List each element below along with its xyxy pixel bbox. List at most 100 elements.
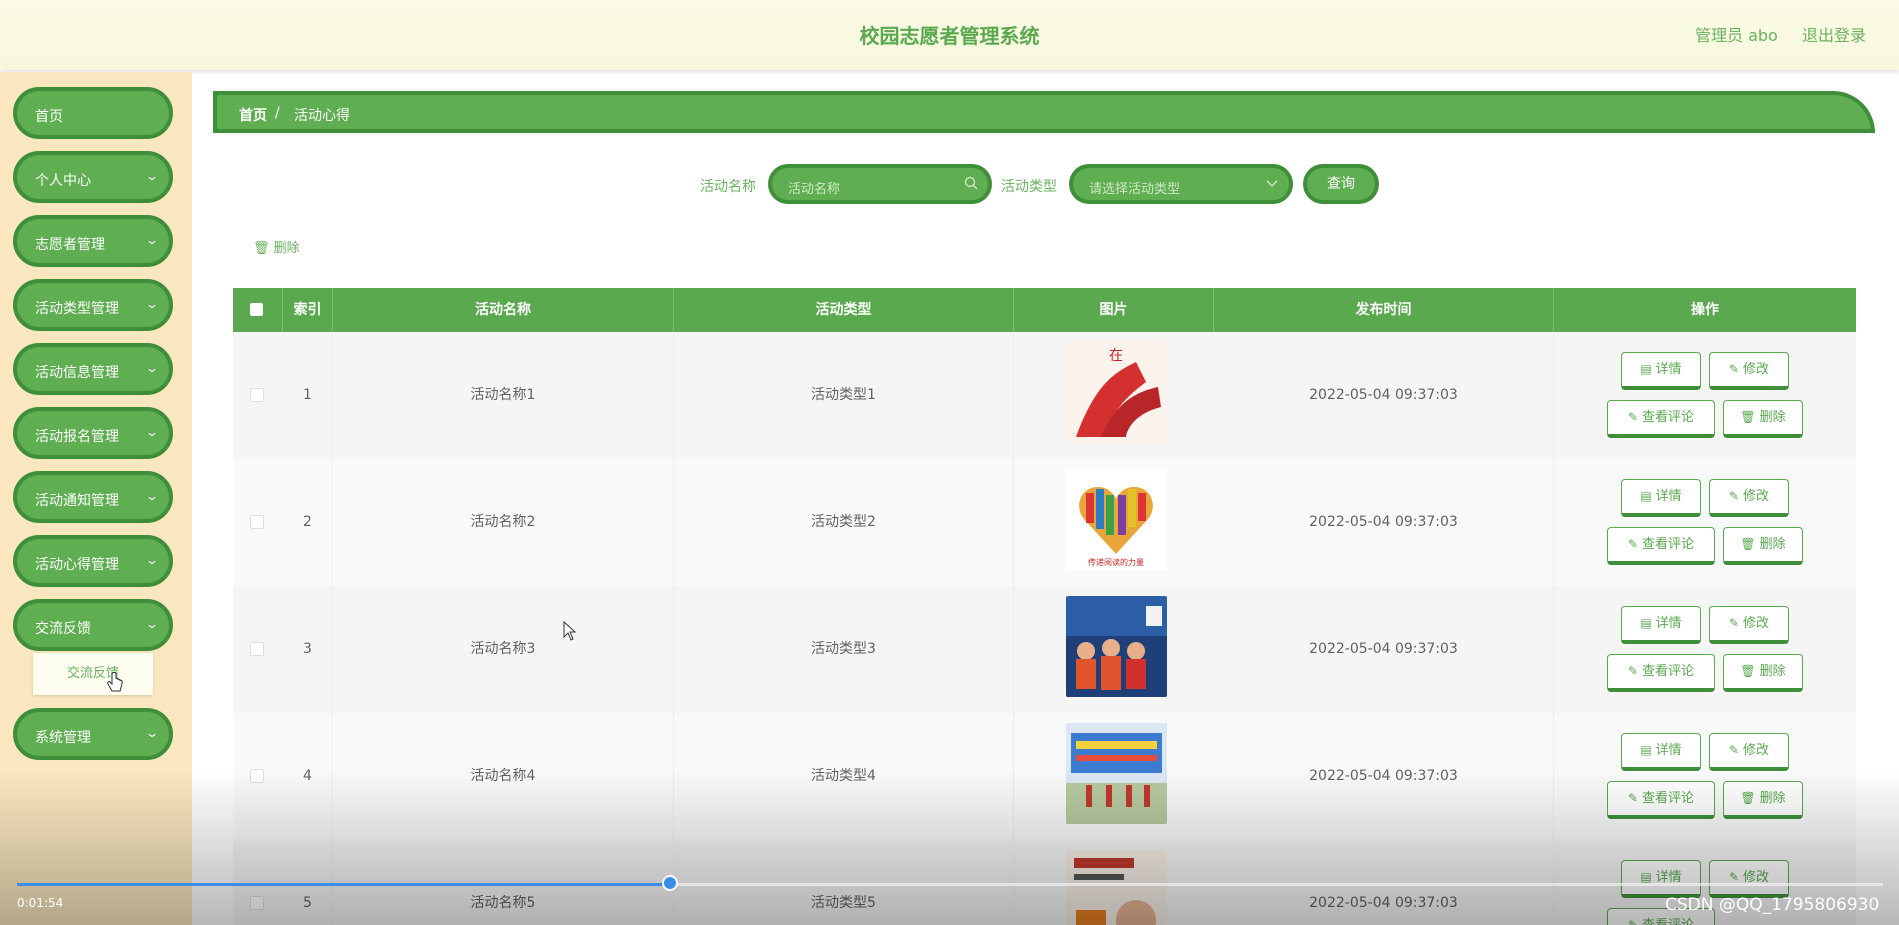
row-publish-time: 2022-05-04 09:37:03: [1214, 332, 1554, 459]
table-header: 索引 活动名称 活动类型 图片 发布时间 操作: [233, 288, 1856, 332]
chevron-down-icon: ⌄: [144, 361, 160, 375]
sidebar-item-volunteers[interactable]: 志愿者管理 ⌄: [13, 215, 173, 267]
table-row: 2 活动名称2 活动类型2 2022-05-04 09:37:03 传递阅读的力…: [233, 459, 1856, 587]
bulk-delete-button[interactable]: 🗑 删除: [253, 237, 300, 256]
sidebar-item-notices[interactable]: 活动通知管理 ⌄: [13, 471, 173, 523]
column-header-time: 发布时间: [1214, 288, 1554, 332]
view-comments-label: 查看评论: [1642, 918, 1694, 925]
select-all-cell: [233, 288, 283, 332]
table-row: 1 活动名称1 活动类型1 2022-05-04 09:37:03 在 ▤ 详情 …: [233, 332, 1856, 460]
sidebar-item-feedback[interactable]: 交流反馈 ⌄: [13, 599, 173, 651]
submenu-item-feedback[interactable]: 交流反馈: [33, 653, 153, 695]
delete-button[interactable]: 🗑 删除: [1723, 781, 1803, 819]
edit-icon: ✎: [1728, 362, 1740, 376]
edit-icon: ✎: [1627, 410, 1639, 424]
edit-button[interactable]: ✎ 修改: [1709, 733, 1789, 771]
view-comments-label: 查看评论: [1642, 410, 1695, 425]
chevron-down-icon: [1265, 176, 1279, 194]
activity-thumbnail[interactable]: [1066, 850, 1167, 925]
sidebar-item-label: 个人中心: [35, 173, 91, 189]
breadcrumb-home[interactable]: 首页: [239, 105, 267, 125]
activity-name-placeholder: 活动名称: [788, 182, 841, 197]
row-checkbox[interactable]: [250, 515, 264, 529]
row-index: 1: [283, 332, 333, 459]
activity-type-placeholder: 请选择活动类型: [1089, 182, 1181, 197]
sidebar-item-home[interactable]: 首页: [13, 87, 173, 139]
activity-thumbnail[interactable]: 在: [1066, 342, 1167, 443]
view-comments-button[interactable]: ✎查看评论: [1607, 781, 1715, 819]
query-button[interactable]: 查询: [1303, 164, 1379, 204]
delete-button[interactable]: 🗑 删除: [1723, 654, 1803, 692]
video-progress-handle[interactable]: [662, 875, 679, 891]
logout-link[interactable]: 退出登录: [1802, 22, 1866, 46]
breadcrumb-separator: /: [275, 105, 280, 121]
row-activity-name: 活动名称1: [333, 332, 674, 459]
sidebar-item-profile[interactable]: 个人中心 ⌄: [13, 151, 173, 203]
row-checkbox[interactable]: [250, 769, 264, 783]
row-publish-time: 2022-05-04 09:37:03: [1214, 713, 1554, 840]
view-comments-button[interactable]: ✎查看评论: [1607, 400, 1715, 438]
edit-button[interactable]: ✎ 修改: [1709, 352, 1789, 390]
row-index: 3: [283, 586, 333, 713]
delete-label: 删除: [1759, 664, 1786, 679]
sidebar-item-label: 活动报名管理: [35, 429, 119, 445]
sidebar-item-registrations[interactable]: 活动报名管理 ⌄: [13, 407, 173, 459]
activity-name-input[interactable]: 活动名称: [768, 164, 992, 204]
top-header: 校园志愿者管理系统 管理员 abo 退出登录: [0, 0, 1899, 70]
edit-icon: ✎: [1627, 918, 1639, 925]
column-header-index: 索引: [283, 288, 333, 332]
detail-button[interactable]: ▤ 详情: [1621, 733, 1701, 771]
row-activity-type: 活动类型1: [674, 332, 1014, 459]
edit-button[interactable]: ✎ 修改: [1709, 479, 1789, 517]
sidebar-item-system[interactable]: 系统管理 ⌄: [13, 708, 173, 760]
edit-button[interactable]: ✎ 修改: [1709, 860, 1789, 898]
video-progress-track[interactable]: [17, 883, 1883, 886]
sidebar-item-label: 活动类型管理: [35, 301, 119, 317]
row-checkbox[interactable]: [250, 388, 264, 402]
row-checkbox[interactable]: [250, 896, 264, 910]
view-comments-button[interactable]: ✎查看评论: [1607, 654, 1715, 692]
edit-icon: ✎: [1728, 489, 1740, 503]
trash-icon: 🗑: [1740, 791, 1756, 805]
chevron-down-icon: ⌄: [144, 425, 160, 439]
document-icon: ▤: [1640, 489, 1652, 503]
sidebar-item-activity-types[interactable]: 活动类型管理 ⌄: [13, 279, 173, 331]
delete-button[interactable]: 🗑 删除: [1723, 527, 1803, 565]
admin-user-label: 管理员 abo: [1695, 26, 1778, 45]
sidebar-item-experiences[interactable]: 活动心得管理 ⌄: [13, 535, 173, 587]
document-icon: ▤: [1640, 616, 1652, 630]
edit-button[interactable]: ✎ 修改: [1709, 606, 1789, 644]
trash-icon: 🗑: [1740, 664, 1756, 678]
trash-icon: 🗑: [253, 241, 270, 256]
activity-type-select[interactable]: 请选择活动类型: [1069, 164, 1293, 204]
view-comments-button[interactable]: ✎查看评论: [1607, 527, 1715, 565]
sidebar-item-label: 首页: [35, 109, 63, 125]
activity-thumbnail[interactable]: [1066, 723, 1167, 824]
chevron-down-icon: ⌄: [144, 617, 160, 631]
edit-icon: ✎: [1728, 616, 1740, 630]
row-activity-name: 活动名称3: [333, 586, 674, 713]
sidebar-item-activity-info[interactable]: 活动信息管理 ⌄: [13, 343, 173, 395]
column-header-image: 图片: [1014, 288, 1214, 332]
search-icon: [964, 176, 978, 194]
document-icon: ▤: [1640, 743, 1652, 757]
activity-thumbnail[interactable]: 传递阅读的力量: [1066, 469, 1167, 570]
chevron-down-icon: ⌄: [144, 489, 160, 503]
column-header-name: 活动名称: [333, 288, 674, 332]
detail-button[interactable]: ▤ 详情: [1621, 860, 1701, 898]
detail-button[interactable]: ▤ 详情: [1621, 606, 1701, 644]
activity-thumbnail[interactable]: [1066, 596, 1167, 697]
column-header-actions: 操作: [1691, 302, 1719, 318]
edit-icon: ✎: [1627, 664, 1639, 678]
row-checkbox[interactable]: [250, 642, 264, 656]
select-all-checkbox[interactable]: [250, 303, 263, 316]
row-activity-name: 活动名称4: [333, 713, 674, 840]
delete-button[interactable]: 🗑 删除: [1723, 400, 1803, 438]
row-activity-type: 活动类型2: [674, 459, 1014, 586]
detail-button[interactable]: ▤ 详情: [1621, 352, 1701, 390]
edit-icon: ✎: [1627, 537, 1639, 551]
detail-button[interactable]: ▤ 详情: [1621, 479, 1701, 517]
app-title: 校园志愿者管理系统: [859, 24, 1040, 48]
column-header-type: 活动类型: [674, 288, 1014, 332]
view-comments-label: 查看评论: [1642, 664, 1695, 679]
